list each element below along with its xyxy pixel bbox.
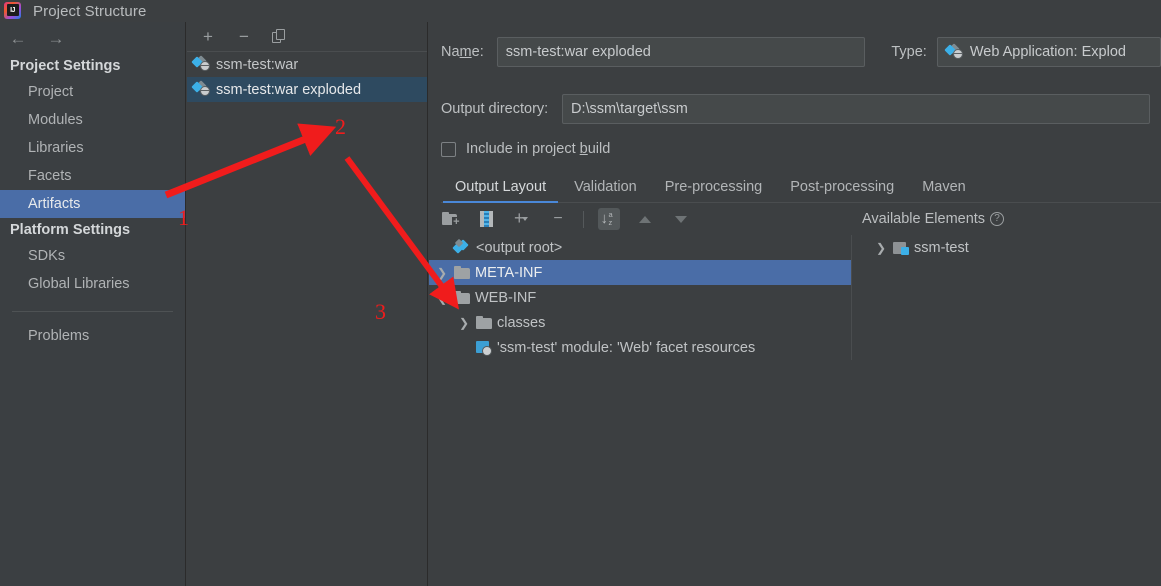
include-in-build-checkbox[interactable] <box>441 141 456 157</box>
arrow-left-icon[interactable]: ← <box>8 28 28 48</box>
create-archive-button[interactable] <box>475 208 497 230</box>
type-label: Type: <box>891 44 927 60</box>
output-directory-input[interactable]: D:\ssm\target\ssm <box>562 94 1150 124</box>
artifact-list-item-label: ssm-test:war exploded <box>216 81 362 98</box>
facet-resources-icon <box>476 340 492 356</box>
copy-icon <box>272 28 288 45</box>
folder-plus-icon: + <box>441 212 461 228</box>
sidebar-item-project[interactable]: Project <box>0 78 185 106</box>
tab-maven[interactable]: Maven <box>908 179 980 202</box>
create-directory-button[interactable]: + <box>439 208 461 230</box>
tree-row-web-inf[interactable]: ❮ WEB-INF <box>429 285 851 310</box>
artifact-list-item-label: ssm-test:war <box>216 56 299 73</box>
available-elements-tree: ❯ ssm-test <box>851 235 1161 360</box>
name-label: Name: <box>441 44 484 60</box>
include-in-build-row[interactable]: Include in project build <box>441 141 1161 157</box>
project-structure-dialog: Project Structure ← → Project Settings P… <box>0 0 1161 586</box>
output-directory-row: Output directory: D:\ssm\target\ssm <box>429 93 1161 125</box>
tab-validation[interactable]: Validation <box>560 179 651 202</box>
tree-row-label: META-INF <box>475 264 543 281</box>
sidebar-item-global-libraries[interactable]: Global Libraries <box>0 270 185 298</box>
tab-pre-processing[interactable]: Pre-processing <box>651 179 777 202</box>
tree-row-ssm-test-module[interactable]: ❯ ssm-test <box>852 235 1161 260</box>
toolbar-separator <box>583 210 584 228</box>
move-up-button[interactable] <box>634 208 656 230</box>
output-layout-header: + + − ↓ a z Available Elements ? <box>429 203 1161 235</box>
add-copy-of-button[interactable]: + <box>511 208 533 230</box>
output-root-tree: › <output root> ❯ META-INF ❮ WEB-INF <box>429 235 851 360</box>
tree-row-label: ssm-test <box>914 239 969 256</box>
sidebar-item-sdks[interactable]: SDKs <box>0 242 185 270</box>
tree-row-classes[interactable]: ❯ classes <box>429 310 851 335</box>
question-mark-icon[interactable]: ? <box>990 212 1005 226</box>
sort-alphabetically-button[interactable]: ↓ az <box>598 208 620 230</box>
include-in-build-label: Include in project build <box>466 141 611 157</box>
intellij-idea-icon <box>4 1 21 19</box>
artifact-list-panel: + − ssm-test:war ssm-test:war exploded <box>187 22 428 586</box>
war-artifact-icon <box>191 55 210 72</box>
output-directory-label: Output directory: <box>441 101 549 117</box>
remove-element-button[interactable]: − <box>547 208 569 230</box>
detail-tabs: Output Layout Validation Pre-processing … <box>441 173 1161 203</box>
tree-row-meta-inf[interactable]: ❯ META-INF <box>429 260 851 285</box>
artifact-list-item-war[interactable]: ssm-test:war <box>187 52 427 77</box>
sidebar-item-problems[interactable]: Problems <box>0 322 185 350</box>
minus-icon: − <box>553 210 563 227</box>
sidebar-section-project-settings: Project Settings <box>10 58 121 74</box>
chevron-right-icon[interactable]: ❯ <box>457 316 471 330</box>
output-root-icon <box>452 238 471 255</box>
move-down-button[interactable] <box>670 208 692 230</box>
sort-az-icon: ↓ az <box>600 210 613 227</box>
tree-row-label: 'ssm-test' module: 'Web' facet resources <box>497 339 756 356</box>
artifact-detail-panel: Name: ssm-test:war exploded Type: Web Ap… <box>429 22 1161 586</box>
title-bar: Project Structure <box>0 0 1161 22</box>
chevron-down-icon <box>522 217 528 221</box>
artifact-list-item-war-exploded[interactable]: ssm-test:war exploded <box>187 77 427 102</box>
name-input[interactable]: ssm-test:war exploded <box>496 37 866 67</box>
copy-artifact-button[interactable] <box>271 28 289 46</box>
triangle-down-icon <box>675 215 687 223</box>
remove-artifact-button[interactable]: − <box>235 28 253 46</box>
sidebar-section-platform-settings: Platform Settings <box>10 222 131 238</box>
sidebar-item-facets[interactable]: Facets <box>0 162 185 190</box>
chevron-down-icon[interactable]: ❮ <box>435 291 449 305</box>
arrow-right-icon[interactable]: → <box>46 28 66 48</box>
tree-row-output-root[interactable]: › <output root> <box>429 235 851 260</box>
tree-row-label: WEB-INF <box>475 289 537 306</box>
type-combobox[interactable]: Web Application: Explod <box>936 37 1161 67</box>
artifact-toolbar: + − <box>187 22 427 52</box>
sidebar-item-libraries[interactable]: Libraries <box>0 134 185 162</box>
window-title: Project Structure <box>33 2 147 20</box>
sidebar-navigation: ← → <box>0 22 185 54</box>
name-type-row: Name: ssm-test:war exploded Type: Web Ap… <box>429 36 1161 68</box>
available-elements-label: Available Elements <box>862 211 986 227</box>
tree-row-facet-resources[interactable]: › 'ssm-test' module: 'Web' facet resourc… <box>429 335 851 360</box>
tree-row-label: <output root> <box>476 239 563 256</box>
jar-archive-icon <box>479 211 493 227</box>
tab-post-processing[interactable]: Post-processing <box>776 179 908 202</box>
folder-icon <box>454 291 470 304</box>
folder-icon <box>476 316 492 329</box>
tree-row-label: classes <box>497 314 546 331</box>
add-artifact-button[interactable]: + <box>199 28 217 46</box>
type-value: Web Application: Explod <box>969 44 1126 60</box>
chevron-right-icon[interactable]: ❯ <box>435 266 449 280</box>
sidebar-item-modules[interactable]: Modules <box>0 106 185 134</box>
sidebar-item-artifacts[interactable]: Artifacts <box>0 190 185 218</box>
chevron-right-icon[interactable]: ❯ <box>874 241 888 255</box>
module-icon <box>893 241 909 255</box>
war-exploded-artifact-icon <box>191 80 210 97</box>
output-layout-toolbar: + + − ↓ a z <box>429 203 851 235</box>
folder-icon <box>454 266 470 279</box>
triangle-up-icon <box>639 215 651 223</box>
war-exploded-artifact-icon <box>944 42 963 60</box>
output-layout-body: › <output root> ❯ META-INF ❮ WEB-INF <box>429 235 1161 360</box>
sidebar-divider <box>12 311 173 312</box>
available-elements-header: Available Elements ? <box>851 205 1005 233</box>
tab-output-layout[interactable]: Output Layout <box>441 179 560 203</box>
settings-sidebar: ← → Project Settings Project Modules Lib… <box>0 22 186 586</box>
